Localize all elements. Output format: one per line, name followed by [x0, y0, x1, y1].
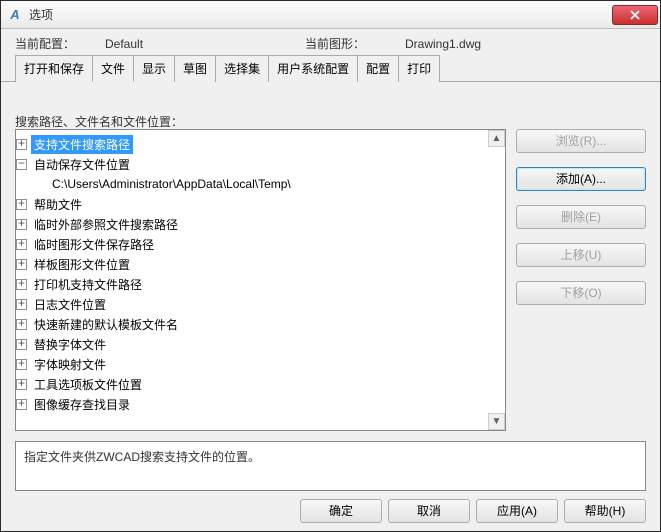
tree-node-label: 帮助文件 — [31, 195, 85, 214]
tab-3[interactable]: 草图 — [174, 55, 216, 82]
expand-icon[interactable]: + — [16, 299, 27, 310]
tree-node[interactable]: + 样板图形文件位置 — [16, 254, 505, 274]
expand-icon[interactable]: + — [16, 219, 27, 230]
tree-node[interactable]: + 快速新建的默认模板文件名 — [16, 314, 505, 334]
tree-node[interactable]: + 支持文件搜索路径 — [16, 134, 505, 154]
collapse-icon[interactable]: − — [16, 159, 27, 170]
tree-node-label: 日志文件位置 — [31, 295, 109, 314]
tab-1[interactable]: 文件 — [92, 55, 134, 82]
remove-button[interactable]: 删除(E) — [516, 205, 646, 229]
tree-node[interactable]: + 打印机支持文件路径 — [16, 274, 505, 294]
expand-icon[interactable]: + — [16, 399, 27, 410]
tree-node[interactable]: + 日志文件位置 — [16, 294, 505, 314]
expand-icon[interactable]: + — [16, 339, 27, 350]
apply-button[interactable]: 应用(A) — [476, 499, 558, 523]
browse-button[interactable]: 浏览(R)... — [516, 129, 646, 153]
tree-node-label: 工具选项板文件位置 — [31, 375, 145, 394]
expand-icon[interactable]: + — [16, 379, 27, 390]
current-drawing-value: Drawing1.dwg — [405, 37, 481, 51]
expand-icon[interactable]: + — [16, 359, 27, 370]
expand-icon[interactable]: + — [16, 319, 27, 330]
current-drawing-label: 当前图形： — [305, 35, 405, 52]
expand-icon[interactable]: + — [16, 259, 27, 270]
tab-0[interactable]: 打开和保存 — [15, 55, 93, 82]
tree-node[interactable]: + 替换字体文件 — [16, 334, 505, 354]
tree-node-label: 快速新建的默认模板文件名 — [31, 315, 181, 334]
options-dialog: A 选项 当前配置： Default 当前图形： Drawing1.dwg 打开… — [0, 0, 661, 532]
add-button[interactable]: 添加(A)... — [516, 167, 646, 191]
app-icon: A — [7, 7, 23, 23]
tree-node[interactable]: −自动保存文件位置 — [16, 154, 505, 174]
tree-node-label: 支持文件搜索路径 — [31, 135, 133, 154]
tab-body-files: 搜索路径、文件名和文件位置： + 支持文件搜索路径−自动保存文件位置 C:\User… — [15, 107, 646, 491]
search-paths-label: 搜索路径、文件名和文件位置： — [15, 113, 646, 130]
dialog-footer: 确定 取消 应用(A) 帮助(H) — [300, 499, 646, 523]
move-up-button[interactable]: 上移(U) — [516, 243, 646, 267]
help-button[interactable]: 帮助(H) — [564, 499, 646, 523]
client-area: 当前配置： Default 当前图形： Drawing1.dwg 打开和保存文件… — [1, 29, 660, 531]
tree-leaf[interactable]: C:\Users\Administrator\AppData\Local\Tem… — [16, 174, 505, 194]
tree-node[interactable]: + 临时图形文件保存路径 — [16, 234, 505, 254]
expand-icon[interactable]: + — [16, 279, 27, 290]
close-button[interactable] — [612, 5, 658, 25]
tree-node-label: 打印机支持文件路径 — [31, 275, 145, 294]
move-down-button[interactable]: 下移(O) — [516, 281, 646, 305]
tab-2[interactable]: 显示 — [133, 55, 175, 82]
tree-wrap: + 支持文件搜索路径−自动保存文件位置 C:\Users\Administrator… — [15, 129, 506, 431]
side-buttons: 浏览(R)... 添加(A)... 删除(E) 上移(U) 下移(O) — [516, 129, 646, 305]
tree-leaf-label: C:\Users\Administrator\AppData\Local\Tem… — [49, 176, 294, 192]
titlebar: A 选项 — [1, 1, 660, 29]
tab-4[interactable]: 选择集 — [215, 55, 269, 82]
tree-node[interactable]: + 临时外部参照文件搜索路径 — [16, 214, 505, 234]
tree-node-label: 临时外部参照文件搜索路径 — [31, 215, 181, 234]
tree-node-label: 图像缓存查找目录 — [31, 395, 133, 414]
tree-node-label: 替换字体文件 — [31, 335, 109, 354]
tree-node[interactable]: + 帮助文件 — [16, 194, 505, 214]
tree-node[interactable]: + 图像缓存查找目录 — [16, 394, 505, 414]
tab-5[interactable]: 用户系统配置 — [268, 55, 358, 82]
window-title: 选项 — [29, 6, 612, 23]
tree-node-label: 样板图形文件位置 — [31, 255, 133, 274]
config-info-row: 当前配置： Default 当前图形： Drawing1.dwg — [1, 29, 660, 54]
scroll-down-button[interactable]: ▼ — [488, 413, 505, 430]
current-config-value: Default — [105, 37, 305, 51]
close-icon — [630, 10, 640, 20]
expand-icon[interactable]: + — [16, 199, 27, 210]
current-config-label: 当前配置： — [15, 35, 105, 52]
paths-tree[interactable]: + 支持文件搜索路径−自动保存文件位置 C:\Users\Administrator… — [15, 129, 506, 431]
tab-strip: 打开和保存文件显示草图选择集用户系统配置配置打印 — [1, 54, 660, 82]
tree-node-label: 临时图形文件保存路径 — [31, 235, 157, 254]
tab-6[interactable]: 配置 — [357, 55, 399, 82]
cancel-button[interactable]: 取消 — [388, 499, 470, 523]
tree-node[interactable]: + 字体映射文件 — [16, 354, 505, 374]
expand-icon[interactable]: + — [16, 139, 27, 150]
description-box: 指定文件夹供ZWCAD搜索支持文件的位置。 — [15, 441, 646, 491]
tree-node-label: 字体映射文件 — [31, 355, 109, 374]
tree-node-label: 自动保存文件位置 — [31, 155, 133, 174]
expand-icon[interactable]: + — [16, 239, 27, 250]
tree-node[interactable]: + 工具选项板文件位置 — [16, 374, 505, 394]
ok-button[interactable]: 确定 — [300, 499, 382, 523]
scroll-up-button[interactable]: ▲ — [488, 130, 505, 147]
tab-7[interactable]: 打印 — [398, 55, 440, 82]
